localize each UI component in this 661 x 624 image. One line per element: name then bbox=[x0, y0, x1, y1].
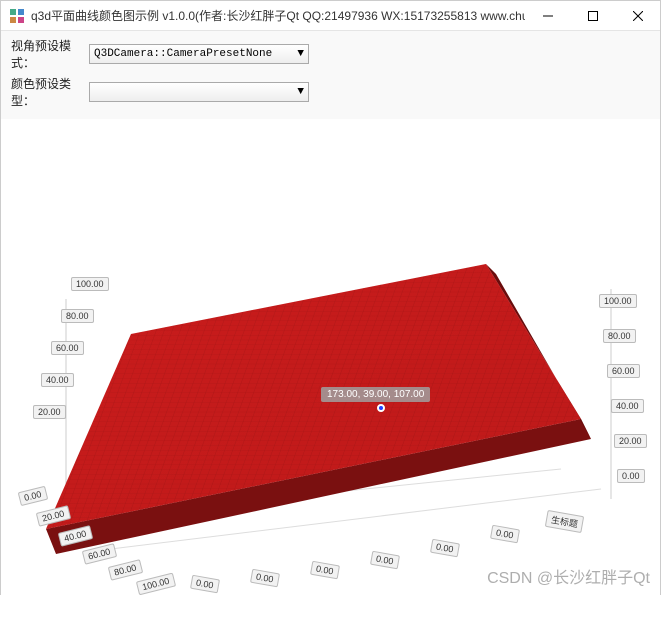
axis-tick: 60.00 bbox=[607, 364, 640, 378]
axis-tick: 60.00 bbox=[51, 341, 84, 355]
close-button[interactable] bbox=[615, 1, 660, 31]
camera-preset-label: 视角预设模式： bbox=[11, 37, 89, 71]
window-title: q3d平面曲线颜色图示例 v1.0.0(作者:长沙红胖子Qt QQ:214979… bbox=[31, 7, 525, 24]
axis-tick: 40.00 bbox=[41, 373, 74, 387]
color-preset-combo[interactable]: ▼ bbox=[89, 82, 309, 102]
axis-tick: 40.00 bbox=[611, 399, 644, 413]
chevron-down-icon: ▼ bbox=[297, 48, 304, 60]
axis-tick: 80.00 bbox=[603, 329, 636, 343]
axis-tick: 100.00 bbox=[71, 277, 109, 291]
axis-tick: 20.00 bbox=[614, 434, 647, 448]
camera-preset-value: Q3DCamera::CameraPresetNone bbox=[94, 48, 272, 60]
app-icon bbox=[9, 8, 25, 24]
maximize-button[interactable] bbox=[570, 1, 615, 31]
data-tooltip: 173.00, 39.00, 107.00 bbox=[321, 387, 430, 402]
3d-viewport[interactable]: 100.00 80.00 60.00 40.00 20.00 100.00 80… bbox=[1, 119, 660, 624]
titlebar: q3d平面曲线颜色图示例 v1.0.0(作者:长沙红胖子Qt QQ:214979… bbox=[1, 1, 660, 31]
axis-tick: 100.00 bbox=[599, 294, 637, 308]
toolbar: 视角预设模式： Q3DCamera::CameraPresetNone ▼ 颜色… bbox=[1, 31, 660, 119]
selection-marker bbox=[377, 404, 385, 412]
axis-tick: 0.00 bbox=[617, 469, 645, 483]
axis-tick: 80.00 bbox=[61, 309, 94, 323]
camera-preset-combo[interactable]: Q3DCamera::CameraPresetNone ▼ bbox=[89, 44, 309, 64]
window-controls bbox=[525, 1, 660, 31]
chevron-down-icon: ▼ bbox=[297, 86, 304, 98]
axis-tick: 20.00 bbox=[33, 405, 66, 419]
color-preset-label: 颜色预设类型： bbox=[11, 75, 89, 109]
minimize-button[interactable] bbox=[525, 1, 570, 31]
